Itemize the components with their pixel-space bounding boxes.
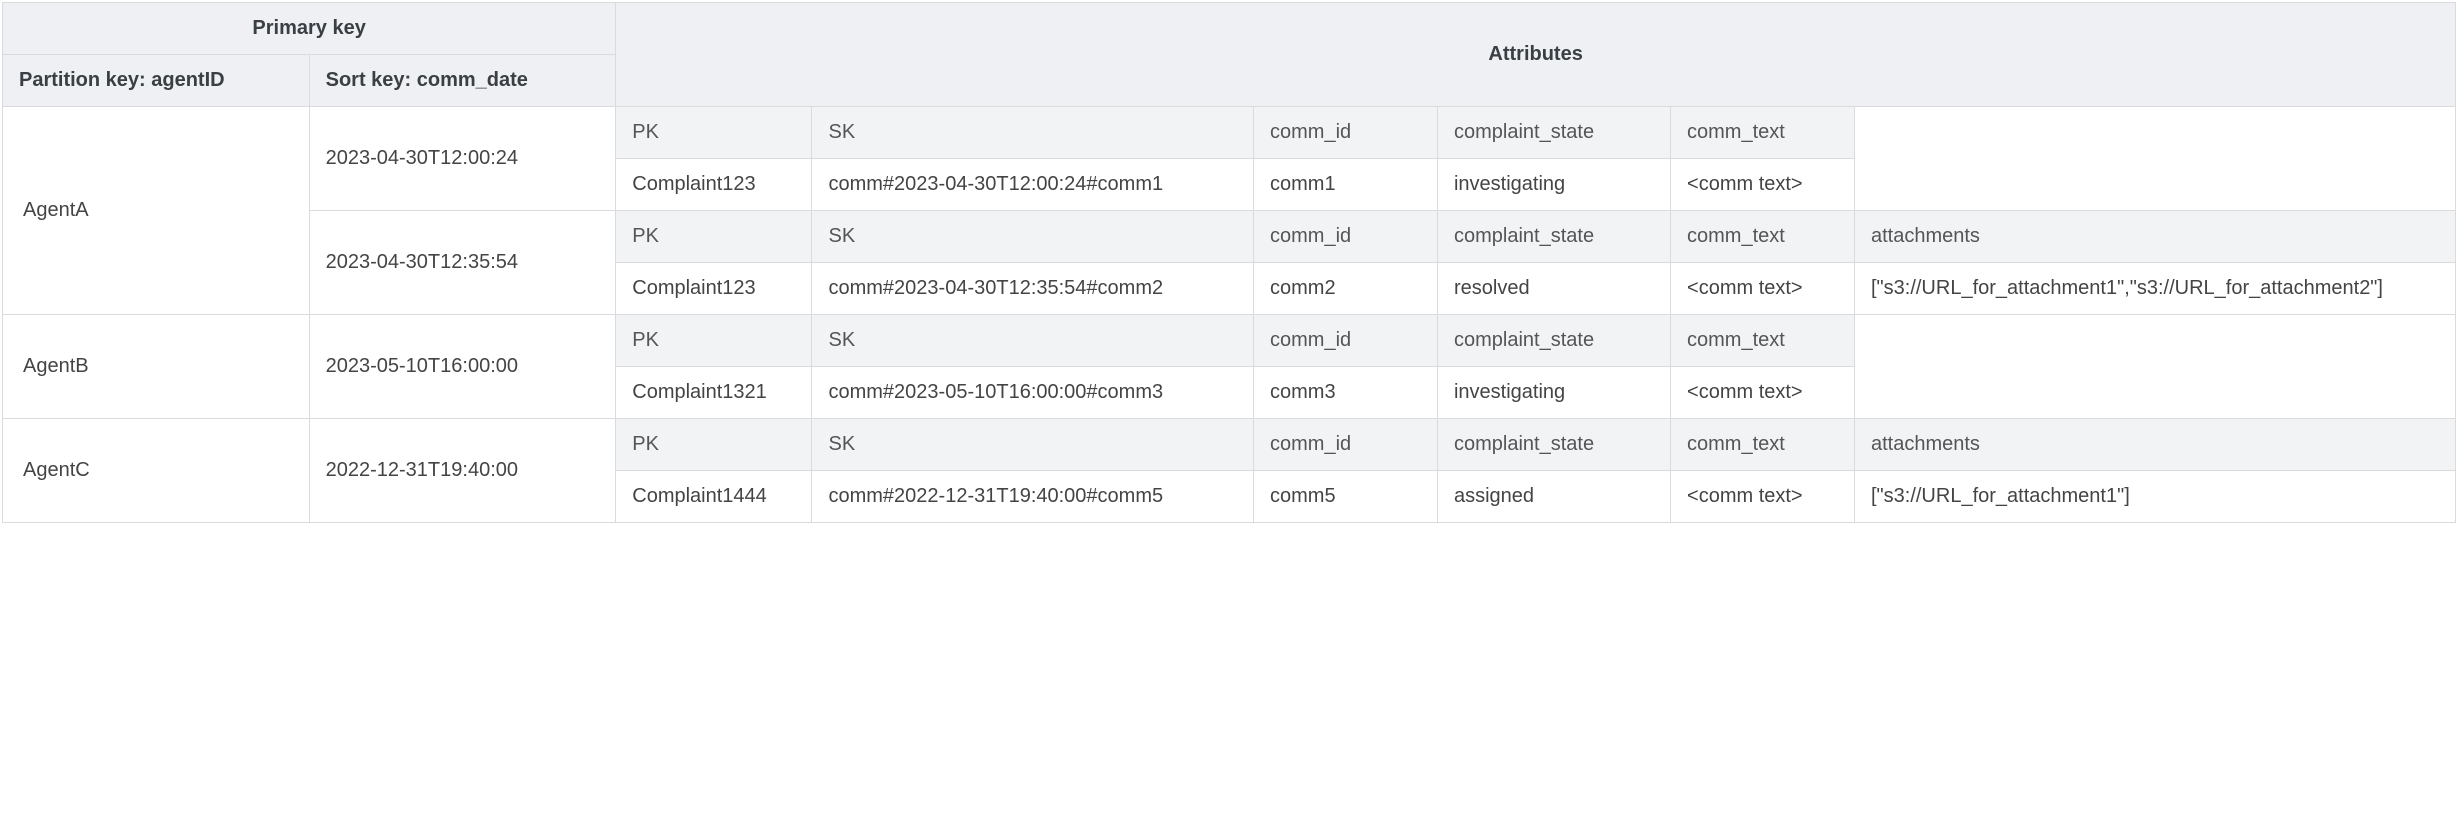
cell-attachments [1854, 107, 2455, 211]
col-pk: PK [616, 107, 812, 159]
cell-comm-text: <comm text> [1671, 159, 1855, 211]
cell-comm-text: <comm text> [1671, 367, 1855, 419]
cell-date: 2022-12-31T19:40:00 [309, 419, 616, 523]
cell-agent: AgentC [3, 419, 310, 523]
cell-comm-text: <comm text> [1671, 471, 1855, 523]
cell-date: 2023-04-30T12:35:54 [309, 211, 616, 315]
table-row: 2023-04-30T12:35:54 PK SK comm_id compla… [3, 211, 2456, 263]
table-row: AgentC 2022-12-31T19:40:00 PK SK comm_id… [3, 419, 2456, 471]
col-pk: PK [616, 211, 812, 263]
dynamodb-data-table: Primary key Attributes Partition key: ag… [2, 2, 2456, 523]
cell-comm-id: comm2 [1254, 263, 1438, 315]
col-sk: SK [812, 107, 1254, 159]
cell-comm-id: comm5 [1254, 471, 1438, 523]
header-primary-key: Primary key [3, 3, 616, 55]
cell-complaint-state: investigating [1437, 159, 1670, 211]
cell-pk: Complaint1321 [616, 367, 812, 419]
col-pk: PK [616, 315, 812, 367]
col-attachments: attachments [1854, 419, 2455, 471]
cell-sk: comm#2023-05-10T16:00:00#comm3 [812, 367, 1254, 419]
col-comm-text: comm_text [1671, 107, 1855, 159]
cell-sk: comm#2022-12-31T19:40:00#comm5 [812, 471, 1254, 523]
col-complaint-state: complaint_state [1437, 107, 1670, 159]
col-sk: SK [812, 315, 1254, 367]
cell-date: 2023-04-30T12:00:24 [309, 107, 616, 211]
col-comm-id: comm_id [1254, 211, 1438, 263]
cell-attachments: ["s3://URL_for_attachment1"] [1854, 471, 2455, 523]
col-complaint-state: complaint_state [1437, 419, 1670, 471]
col-comm-text: comm_text [1671, 315, 1855, 367]
header-attributes: Attributes [616, 3, 2456, 107]
cell-comm-id: comm3 [1254, 367, 1438, 419]
header-partition-key: Partition key: agentID [3, 55, 310, 107]
col-comm-id: comm_id [1254, 107, 1438, 159]
cell-date: 2023-05-10T16:00:00 [309, 315, 616, 419]
cell-attachments: ["s3://URL_for_attachment1","s3://URL_fo… [1854, 263, 2455, 315]
cell-agent: AgentB [3, 315, 310, 419]
cell-pk: Complaint1444 [616, 471, 812, 523]
col-complaint-state: complaint_state [1437, 211, 1670, 263]
header-sort-key: Sort key: comm_date [309, 55, 616, 107]
cell-sk: comm#2023-04-30T12:35:54#comm2 [812, 263, 1254, 315]
table-row: AgentB 2023-05-10T16:00:00 PK SK comm_id… [3, 315, 2456, 367]
cell-comm-id: comm1 [1254, 159, 1438, 211]
cell-complaint-state: investigating [1437, 367, 1670, 419]
cell-pk: Complaint123 [616, 159, 812, 211]
cell-agent: AgentA [3, 107, 310, 315]
cell-attachments [1854, 315, 2455, 419]
col-sk: SK [812, 419, 1254, 471]
col-comm-text: comm_text [1671, 211, 1855, 263]
col-attachments: attachments [1854, 211, 2455, 263]
col-complaint-state: complaint_state [1437, 315, 1670, 367]
col-comm-id: comm_id [1254, 419, 1438, 471]
cell-sk: comm#2023-04-30T12:00:24#comm1 [812, 159, 1254, 211]
cell-pk: Complaint123 [616, 263, 812, 315]
col-comm-id: comm_id [1254, 315, 1438, 367]
cell-complaint-state: assigned [1437, 471, 1670, 523]
cell-complaint-state: resolved [1437, 263, 1670, 315]
col-sk: SK [812, 211, 1254, 263]
table-row: AgentA 2023-04-30T12:00:24 PK SK comm_id… [3, 107, 2456, 159]
col-pk: PK [616, 419, 812, 471]
cell-comm-text: <comm text> [1671, 263, 1855, 315]
col-comm-text: comm_text [1671, 419, 1855, 471]
header-row-1: Primary key Attributes [3, 3, 2456, 55]
